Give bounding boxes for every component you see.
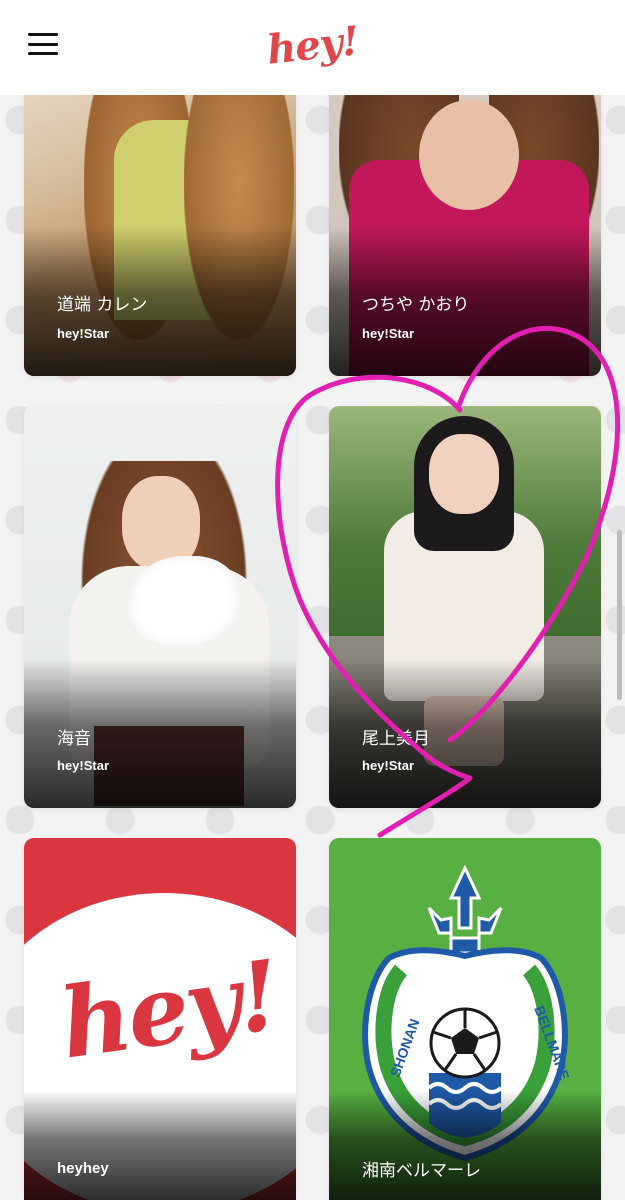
star-grid: 道端 カレン hey!Star つちや かおり hey!Star 海音 hey!… bbox=[0, 0, 625, 1200]
app-header: hey! bbox=[0, 0, 625, 95]
star-subtitle: hey!Star bbox=[57, 758, 110, 773]
star-name: つちや かおり bbox=[362, 295, 470, 315]
star-card-michibata-karen[interactable]: 道端 カレン hey!Star bbox=[24, 60, 296, 376]
star-card-onoue-mizuki[interactable]: 尾上美月 hey!Star bbox=[329, 406, 601, 808]
star-card-tsuchiya-kaori[interactable]: つちや かおり hey!Star bbox=[329, 60, 601, 376]
star-card-shonan-bellmare[interactable]: SHONAN BELLMARE 湘南ベルマーレ bbox=[329, 838, 601, 1200]
star-name: 尾上美月 bbox=[362, 729, 430, 749]
star-name: 湘南ベルマーレ bbox=[362, 1161, 481, 1181]
star-card-mion[interactable]: 海音 hey!Star bbox=[24, 406, 296, 808]
hey-logo[interactable]: hey! bbox=[265, 17, 361, 73]
star-subtitle: hey!Star bbox=[362, 326, 415, 341]
star-name: heyhey bbox=[57, 1160, 109, 1177]
star-subtitle: hey!Star bbox=[57, 326, 110, 341]
scrollbar-thumb[interactable] bbox=[617, 530, 622, 700]
star-name: 道端 カレン bbox=[57, 295, 148, 315]
star-name: 海音 bbox=[57, 729, 91, 749]
star-subtitle: hey!Star bbox=[362, 758, 415, 773]
star-card-heyhey[interactable]: hey! heyhey bbox=[24, 838, 296, 1200]
hamburger-menu-icon[interactable] bbox=[28, 33, 58, 55]
